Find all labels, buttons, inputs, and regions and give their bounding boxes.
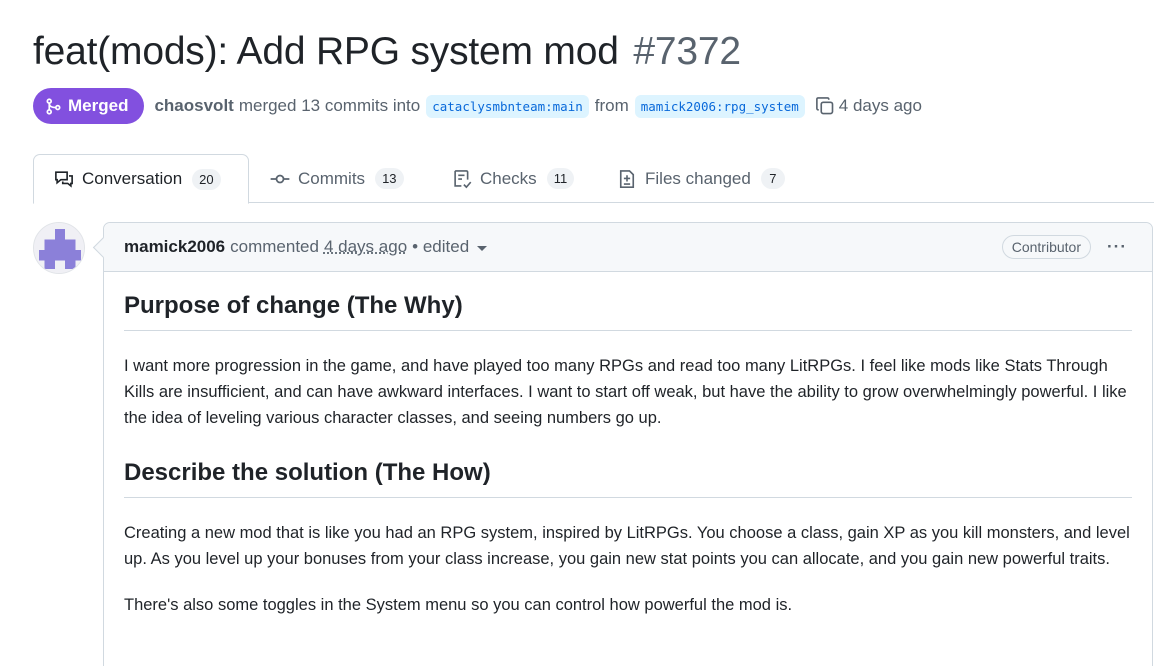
git-commit-icon [270, 169, 290, 189]
heading-how: Describe the solution (The How) [124, 459, 1132, 498]
paragraph-toggles: There's also some toggles in the System … [124, 592, 1132, 618]
pr-number: #7372 [633, 30, 740, 73]
contributor-badge: Contributor [1002, 235, 1091, 259]
pr-title-text: feat(mods): Add RPG system mod [33, 30, 619, 73]
pr-tabs: Conversation 20 Commits 13 Checks 11 Fil… [0, 154, 1154, 203]
file-diff-icon [617, 169, 637, 189]
head-branch[interactable]: mamick2006:rpg_system [635, 95, 805, 118]
checklist-icon [452, 169, 472, 189]
tab-conversation-count: 20 [192, 169, 220, 190]
pr-meta: Merged chaosvolt merged 13 commits into … [33, 88, 922, 124]
paragraph-why: I want more progression in the game, and… [124, 353, 1132, 431]
comment-action: commented [230, 237, 319, 257]
comment-time[interactable]: 4 days ago [324, 237, 407, 257]
pr-title: feat(mods): Add RPG system mod #7372 [33, 30, 741, 74]
comment-body: Purpose of change (The Why) I want more … [104, 272, 1152, 618]
edited-dropdown[interactable]: • edited [412, 237, 469, 257]
base-branch[interactable]: cataclysmbnteam:main [426, 95, 589, 118]
from-text: from [595, 96, 629, 116]
kebab-menu-icon[interactable]: ··· [1107, 237, 1127, 257]
tab-checks-label: Checks [480, 169, 537, 189]
tab-conversation-label: Conversation [82, 169, 182, 189]
tab-conversation[interactable]: Conversation 20 [33, 154, 249, 204]
merged-time[interactable]: 4 days ago [839, 96, 922, 116]
merged-state-badge: Merged [33, 88, 144, 124]
tab-files-changed[interactable]: Files changed 7 [617, 154, 785, 203]
merged-text: merged 13 commits into [239, 96, 420, 116]
tab-commits[interactable]: Commits 13 [270, 154, 404, 203]
tab-commits-label: Commits [298, 169, 365, 189]
state-label: Merged [68, 96, 128, 116]
paragraph-how: Creating a new mod that is like you had … [124, 520, 1132, 572]
tab-files-label: Files changed [645, 169, 751, 189]
git-merge-icon [45, 98, 62, 115]
comment-author[interactable]: mamick2006 [124, 237, 225, 257]
tab-checks[interactable]: Checks 11 [452, 154, 574, 203]
tab-checks-count: 11 [547, 168, 575, 189]
merger-link[interactable]: chaosvolt [154, 96, 233, 116]
chevron-down-icon[interactable] [477, 246, 487, 251]
tab-commits-count: 13 [375, 168, 403, 189]
avatar[interactable] [33, 222, 85, 274]
heading-why: Purpose of change (The Why) [124, 292, 1132, 331]
comment-header: mamick2006 commented 4 days ago • edited… [104, 223, 1152, 272]
copy-icon[interactable] [815, 96, 835, 116]
comment-box: mamick2006 commented 4 days ago • edited… [103, 222, 1153, 666]
tab-files-count: 7 [761, 168, 785, 189]
comment-discussion-icon [54, 169, 74, 189]
